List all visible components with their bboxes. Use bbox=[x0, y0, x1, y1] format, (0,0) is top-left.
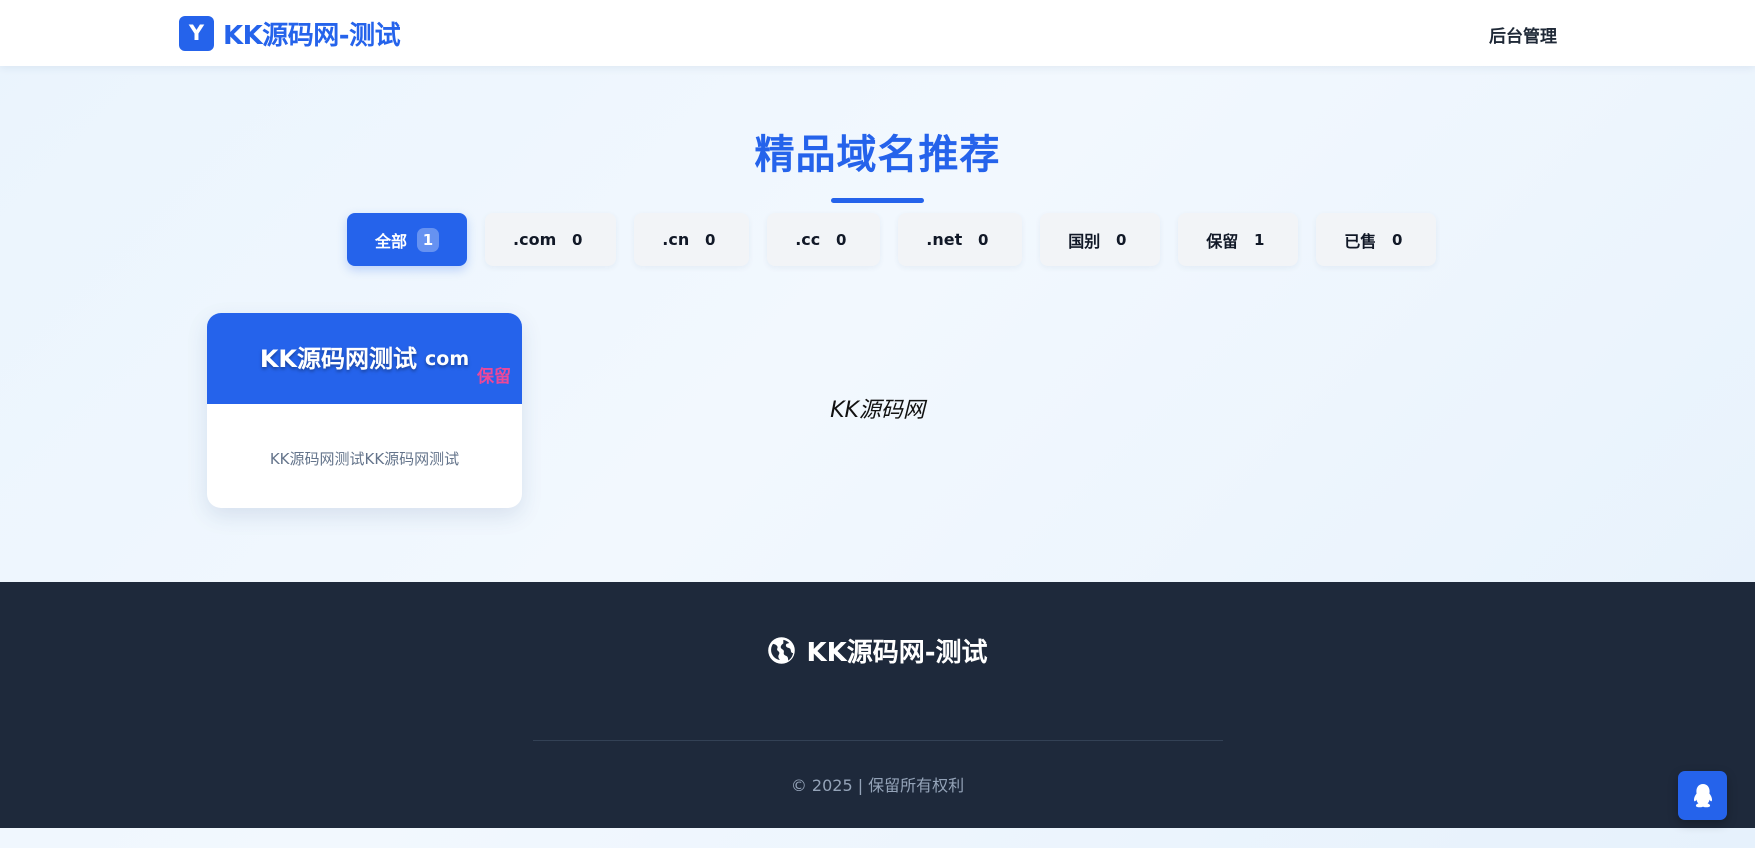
filter-count: 0 bbox=[704, 230, 716, 249]
filter-count: 0 bbox=[1392, 230, 1403, 249]
filter-net[interactable]: .net 0 bbox=[898, 213, 1023, 266]
filter-count: 0 bbox=[572, 230, 583, 249]
top-navbar: Y KK源码网-测试 后台管理 bbox=[0, 0, 1755, 66]
card-domain-suffix: com bbox=[425, 347, 470, 370]
site-logo[interactable]: Y KK源码网-测试 bbox=[179, 15, 401, 51]
footer-divider bbox=[533, 740, 1223, 741]
filter-com[interactable]: .com 0 bbox=[485, 213, 617, 266]
globe-icon bbox=[768, 637, 796, 664]
filter-sold[interactable]: 已售 0 bbox=[1316, 213, 1437, 266]
filter-count: 1 bbox=[417, 227, 440, 252]
filter-reserved[interactable]: 保留 1 bbox=[1178, 213, 1299, 266]
filter-count: 0 bbox=[978, 230, 989, 249]
qq-penguin-icon bbox=[1693, 783, 1712, 807]
admin-link[interactable]: 后台管理 bbox=[1489, 22, 1557, 47]
title-underline bbox=[831, 198, 924, 203]
card-description: KK源码网测试KK源码网测试 bbox=[269, 450, 460, 468]
filter-all[interactable]: 全部 1 bbox=[347, 213, 468, 266]
footer: KK源码网-测试 © 2025 | 保留所有权利 bbox=[0, 582, 1755, 828]
qq-contact-button[interactable] bbox=[1678, 771, 1727, 820]
filter-label: .net bbox=[926, 230, 963, 249]
copyright-text: © 2025 | 保留所有权利 bbox=[790, 776, 965, 795]
center-watermark: KK源码网 bbox=[830, 398, 925, 423]
filter-country[interactable]: 国别 0 bbox=[1040, 213, 1161, 266]
filter-count: 0 bbox=[1116, 230, 1127, 249]
filter-cn[interactable]: .cn 0 bbox=[634, 213, 750, 266]
filter-label: 全部 bbox=[375, 231, 408, 251]
filter-count: 0 bbox=[836, 230, 847, 249]
card-banner: KK源码网测试 com 保留 bbox=[207, 313, 522, 404]
card-domain-name: KK源码网测试 bbox=[259, 345, 418, 373]
filter-bar: 全部 1 .com 0 .cn 0 .cc 0 .net 0 国别 0 保留 1… bbox=[347, 213, 1437, 267]
footer-brand-text: KK源码网-测试 bbox=[806, 638, 988, 668]
filter-label: .com bbox=[513, 230, 557, 249]
filter-label: 保留 bbox=[1206, 231, 1239, 251]
filter-label: 已售 bbox=[1344, 231, 1377, 251]
filter-label: 国别 bbox=[1068, 231, 1101, 251]
filter-cc[interactable]: .cc 0 bbox=[767, 213, 881, 266]
filter-label: .cn bbox=[662, 230, 690, 249]
filter-label: .cc bbox=[795, 230, 821, 249]
logo-badge: Y bbox=[179, 15, 214, 51]
section-title: 精品域名推荐 bbox=[754, 132, 1001, 178]
footer-brand: KK源码网-测试 bbox=[0, 632, 1755, 669]
filter-count: 1 bbox=[1254, 230, 1265, 249]
logo-text: KK源码网-测试 bbox=[223, 20, 401, 51]
card-status-badge: 保留 bbox=[477, 367, 511, 387]
